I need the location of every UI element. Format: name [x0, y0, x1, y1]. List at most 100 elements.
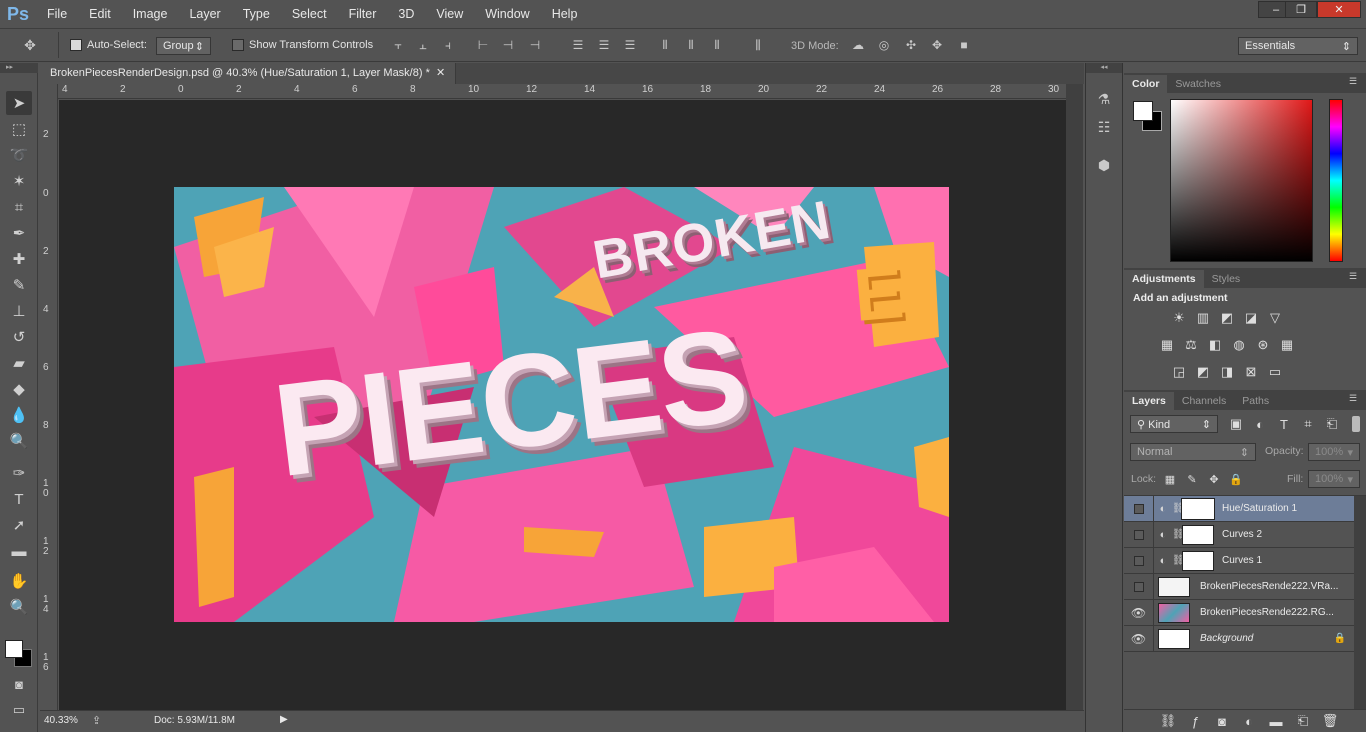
align-vcenter-icon[interactable]: ⫠	[415, 37, 431, 53]
magic-wand-tool-icon[interactable]: ✶	[6, 169, 32, 193]
tab-layers[interactable]: Layers	[1124, 392, 1174, 410]
new-layer-icon[interactable]: ⎗	[1295, 713, 1311, 729]
close-button[interactable]: ✕	[1317, 1, 1361, 18]
lock-transparent-icon[interactable]: ▦	[1162, 471, 1178, 487]
lock-all-icon[interactable]: 🔒	[1228, 471, 1244, 487]
menu-window[interactable]: Window	[474, 0, 540, 28]
quick-mask-icon[interactable]: ◙	[6, 672, 32, 696]
tab-paths[interactable]: Paths	[1234, 392, 1277, 410]
tab-swatches[interactable]: Swatches	[1167, 75, 1229, 93]
path-selection-tool-icon[interactable]: ➚	[6, 513, 32, 537]
artwork-canvas[interactable]: BROKEN PIECES E	[174, 187, 949, 622]
hand-tool-icon[interactable]: ✋	[6, 569, 32, 593]
layer-thumbnail[interactable]	[1158, 602, 1190, 623]
mask-link-icon[interactable]: ⛓	[1172, 503, 1185, 514]
posterize-icon[interactable]: ◩	[1195, 364, 1211, 380]
layer-row[interactable]: ◐ ⛓ Curves 1	[1124, 547, 1354, 574]
3d-slide-icon[interactable]: ✥	[929, 37, 945, 53]
3d-roll-icon[interactable]: ◎	[876, 37, 892, 53]
layer-visibility-toggle[interactable]	[1124, 495, 1154, 522]
layers-scrollbar[interactable]	[1354, 496, 1366, 714]
filter-pixel-icon[interactable]: ▣	[1228, 416, 1244, 432]
menu-file[interactable]: File	[36, 0, 78, 28]
move-tool-preset-icon[interactable]: ✥	[22, 37, 38, 53]
channel-mixer-icon[interactable]: ⊛	[1255, 337, 1271, 353]
dodge-tool-icon[interactable]: 🔍	[6, 429, 32, 453]
close-tab-icon[interactable]: ✕	[436, 67, 445, 79]
layer-mask-thumbnail[interactable]	[1182, 550, 1214, 571]
invert-icon[interactable]: ◲	[1171, 364, 1187, 380]
layer-thumbnail[interactable]	[1158, 576, 1190, 597]
color-fg-swatch-top[interactable]	[1133, 101, 1153, 121]
filter-adjustment-icon[interactable]: ◐	[1252, 416, 1268, 432]
layer-visibility-toggle[interactable]	[1124, 547, 1154, 574]
hue-saturation-icon[interactable]: ▦	[1159, 337, 1175, 353]
menu-select[interactable]: Select	[281, 0, 338, 28]
marquee-tool-icon[interactable]: ⬚	[6, 117, 32, 141]
filter-toggle-switch[interactable]	[1352, 416, 1360, 432]
show-transform-checkbox[interactable]	[232, 39, 244, 51]
color-balance-icon[interactable]: ⚖	[1183, 337, 1199, 353]
zoom-level[interactable]: 40.33%	[44, 715, 78, 726]
layer-mask-thumbnail[interactable]	[1181, 497, 1215, 520]
blur-tool-icon[interactable]: 💧	[6, 403, 32, 427]
restore-button[interactable]: ❐	[1285, 1, 1317, 18]
color-lookup-icon[interactable]: ▦	[1279, 337, 1295, 353]
dock-collapse-handle[interactable]: ◂◂	[1086, 63, 1122, 73]
3d-rotate-icon[interactable]: ☁	[850, 37, 866, 53]
tools-collapse-handle[interactable]: ▸▸	[0, 63, 38, 73]
color-field[interactable]	[1170, 99, 1313, 262]
filter-shape-icon[interactable]: ⌗	[1300, 416, 1316, 432]
mask-link-icon[interactable]: ⛓	[1172, 529, 1185, 540]
align-left-icon[interactable]: ⊢	[475, 37, 491, 53]
layer-filter-dropdown[interactable]: ⚲ Kind ⇕	[1130, 415, 1218, 433]
menu-filter[interactable]: Filter	[338, 0, 388, 28]
curves-icon[interactable]: ◩	[1219, 310, 1235, 326]
layer-visibility-toggle[interactable]: 👁	[1124, 625, 1154, 652]
hue-slider[interactable]	[1329, 99, 1343, 262]
layer-row[interactable]: ◐ ⛓ Hue/Saturation 1	[1124, 495, 1354, 522]
tab-adjustments[interactable]: Adjustments	[1124, 270, 1204, 288]
eyedropper-tool-icon[interactable]: ✒	[6, 221, 32, 245]
move-tool-icon[interactable]: ➤	[6, 91, 32, 115]
pen-tool-icon[interactable]: ✑	[6, 461, 32, 485]
history-panel-icon[interactable]: ⚗	[1096, 91, 1112, 107]
layers-menu-icon[interactable]: ☰	[1349, 393, 1357, 404]
new-adjustment-icon[interactable]: ◐	[1241, 713, 1257, 729]
menu-edit[interactable]: Edit	[78, 0, 122, 28]
auto-align-icon[interactable]: ⫼	[750, 37, 766, 53]
menu-view[interactable]: View	[425, 0, 474, 28]
lock-position-icon[interactable]: ✥	[1206, 471, 1222, 487]
screen-mode-icon[interactable]: ▭	[6, 698, 32, 722]
add-mask-icon[interactable]: ◙	[1214, 713, 1230, 729]
align-bottom-icon[interactable]: ⫞	[440, 37, 456, 53]
layer-style-fx-icon[interactable]: ƒ	[1187, 713, 1203, 729]
layer-visibility-toggle[interactable]: 👁	[1124, 599, 1154, 626]
eraser-tool-icon[interactable]: ▰	[6, 351, 32, 375]
clone-stamp-tool-icon[interactable]: ⊥	[6, 299, 32, 323]
lock-image-icon[interactable]: ✎	[1184, 471, 1200, 487]
canvas-pasteboard[interactable]: BROKEN PIECES E	[59, 100, 1066, 710]
layer-name[interactable]: Curves 1	[1222, 555, 1262, 566]
distribute-hcenter-icon[interactable]: ⦀	[683, 37, 699, 53]
rectangle-tool-icon[interactable]: ▬	[6, 539, 32, 563]
distribute-left-icon[interactable]: ⦀	[657, 37, 673, 53]
export-icon[interactable]: ⇪	[92, 714, 101, 727]
layer-thumbnail[interactable]	[1158, 628, 1190, 649]
color-panel-menu-icon[interactable]: ☰	[1349, 76, 1357, 87]
fill-input[interactable]: 100% ▾	[1308, 470, 1360, 488]
tab-styles[interactable]: Styles	[1204, 270, 1249, 288]
3d-pan-icon[interactable]: ✣	[903, 37, 919, 53]
photo-filter-icon[interactable]: ◍	[1231, 337, 1247, 353]
black-white-icon[interactable]: ◧	[1207, 337, 1223, 353]
layer-name[interactable]: BrokenPiecesRende222.VRa...	[1200, 581, 1338, 592]
gradient-map-icon[interactable]: ▭	[1267, 364, 1283, 380]
layer-name[interactable]: Background	[1200, 633, 1253, 644]
distribute-bottom-icon[interactable]: ☰	[622, 37, 638, 53]
tab-color[interactable]: Color	[1124, 75, 1168, 93]
align-hcenter-icon[interactable]: ⊣	[500, 37, 516, 53]
mask-link-icon[interactable]: ⛓	[1172, 555, 1185, 566]
exposure-icon[interactable]: ◪	[1243, 310, 1259, 326]
link-layers-icon[interactable]: ⛓	[1160, 713, 1177, 729]
distribute-right-icon[interactable]: ⦀	[709, 37, 725, 53]
